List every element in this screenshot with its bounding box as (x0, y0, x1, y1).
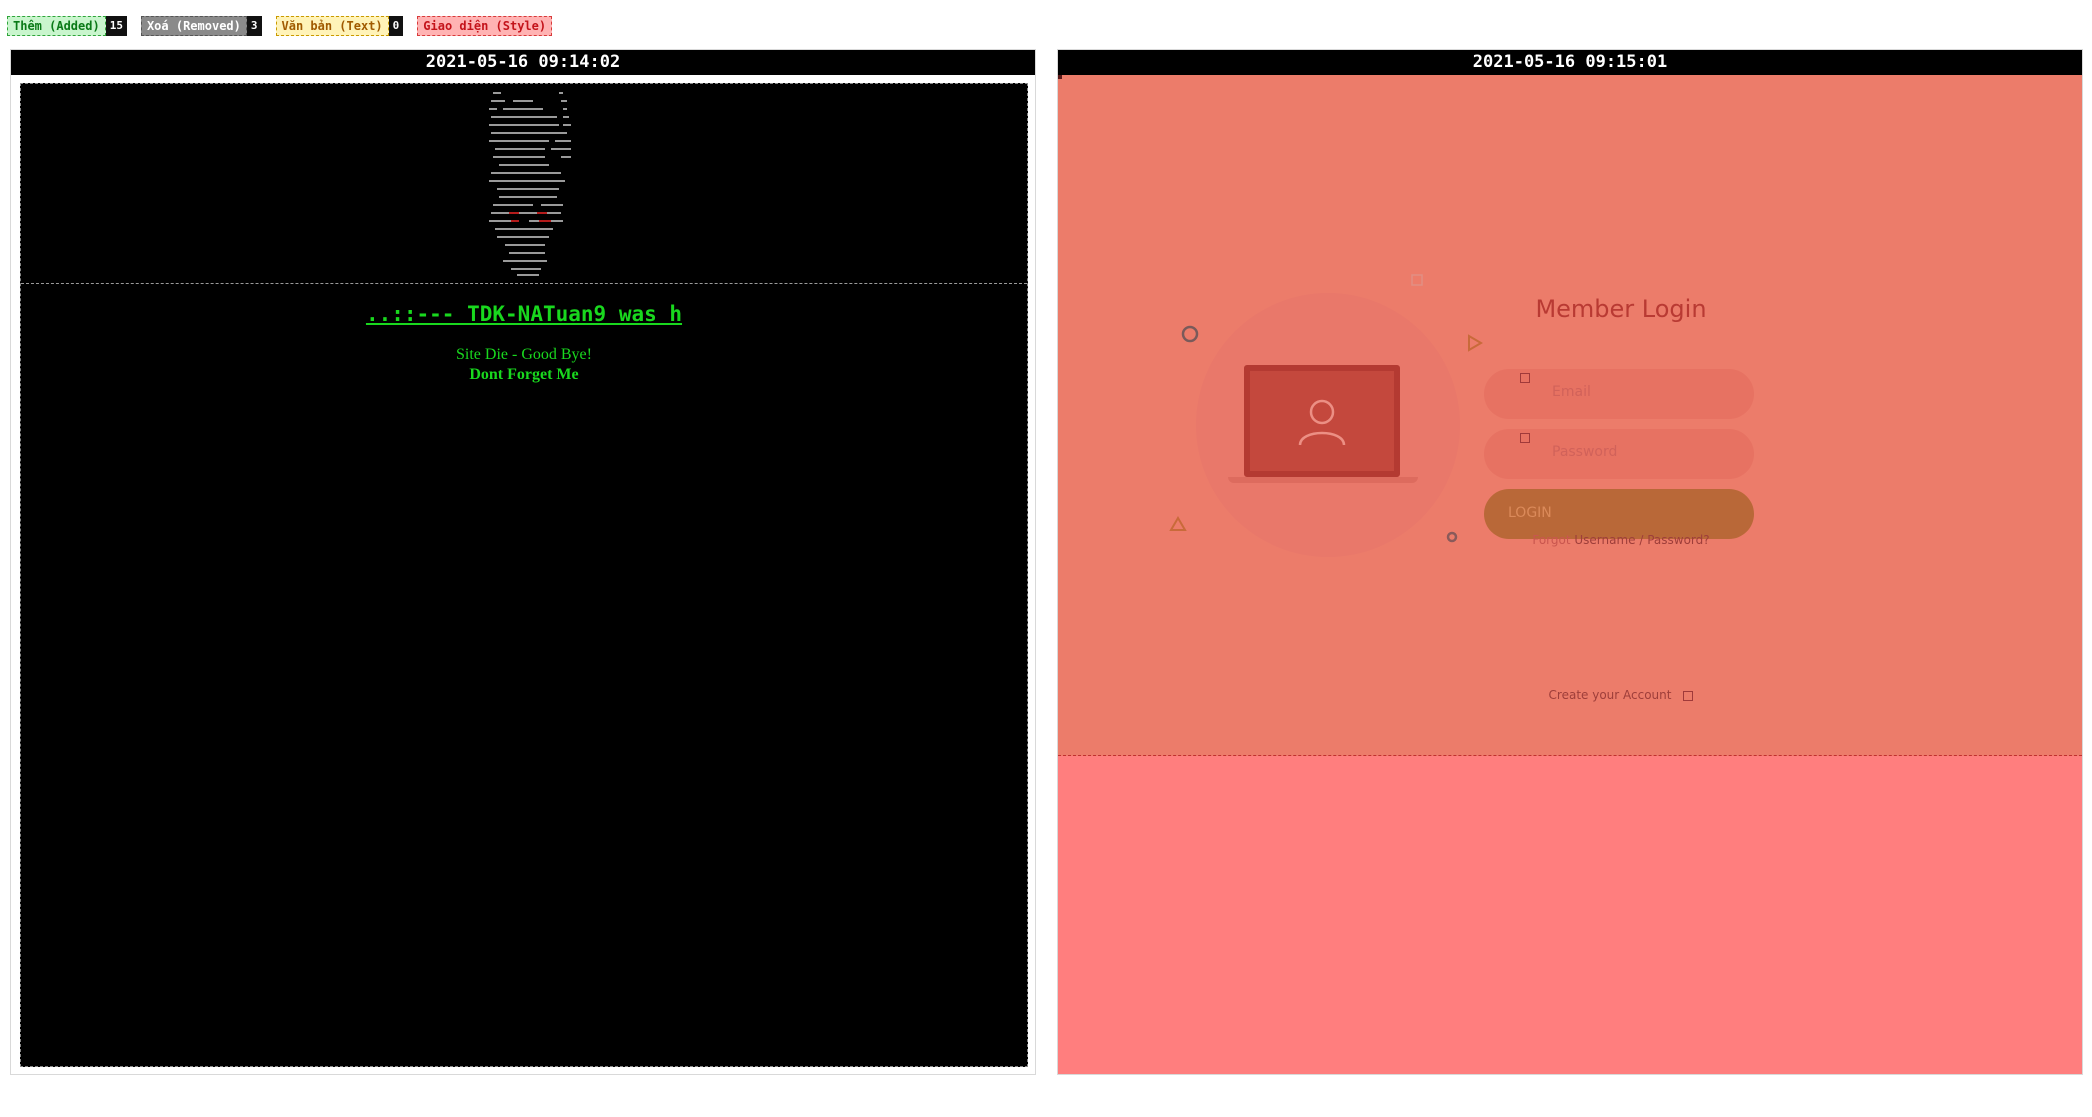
old-snapshot-panel: 2021-05-16 09:14:02 ..::--- TDK-NATuan9 … (10, 49, 1036, 1075)
old-screenshot: ..::--- TDK-NATuan9 was h Site Die - Goo… (20, 83, 1028, 1067)
ring-icon (1446, 531, 1458, 543)
ascii-skull-icon (489, 92, 571, 276)
arrow-right-icon (1683, 690, 1694, 701)
legend-added: Thêm (Added) 15 (7, 16, 127, 36)
diff-legend: Thêm (Added) 15 Xoá (Removed) 3 Văn bản … (7, 15, 553, 37)
new-screenshot-style-overlay: Member Login Email Password LOGIN Forgot… (1058, 75, 2082, 1074)
legend-text: Văn bản (Text) 0 (275, 16, 404, 36)
laptop-base (1228, 477, 1418, 483)
ascii-art-block (21, 84, 1027, 284)
login-page-region: Member Login Email Password LOGIN Forgot… (1058, 75, 2082, 756)
circle-outline-icon (1181, 325, 1199, 343)
create-account-link[interactable]: Create your Account (1549, 688, 1672, 702)
member-login-title: Member Login (1535, 295, 1707, 323)
password-placeholder: Password (1552, 444, 1618, 460)
legend-text-label: Văn bản (Text) (275, 16, 389, 36)
legend-style: Giao diện (Style) (417, 16, 553, 36)
email-field[interactable]: Email (1484, 369, 1754, 419)
forgot-username-password-link[interactable]: Username / Password? (1574, 533, 1709, 547)
email-placeholder: Email (1552, 384, 1591, 400)
legend-removed: Xoá (Removed) 3 (140, 16, 262, 36)
login-button[interactable]: LOGIN (1484, 489, 1754, 539)
square-outline-icon (1411, 274, 1423, 286)
login-button-label: LOGIN (1508, 505, 1552, 521)
email-icon (1520, 373, 1530, 383)
legend-style-label: Giao diện (Style) (417, 16, 553, 36)
style-change-marker (1058, 75, 1062, 79)
password-field[interactable]: Password (1484, 429, 1754, 479)
create-account: Create your Account (1466, 688, 1776, 702)
lock-icon (1520, 433, 1530, 443)
goodbye-message: Site Die - Good Bye! (456, 346, 592, 363)
triangle-icon (1169, 516, 1187, 531)
dont-forget-message: Dont Forget Me (469, 366, 579, 383)
legend-text-count: 0 (388, 16, 404, 36)
old-snapshot-timestamp: 2021-05-16 09:14:02 (11, 50, 1035, 75)
hacked-by-heading[interactable]: ..::--- TDK-NATuan9 was h (21, 302, 1027, 326)
triangle-right-icon (1468, 334, 1483, 352)
new-snapshot-panel: 2021-05-16 09:15:01 Member Login Email P… (1057, 49, 2083, 1075)
legend-removed-count: 3 (246, 16, 262, 36)
legend-removed-label: Xoá (Removed) (140, 16, 247, 36)
legend-added-count: 15 (105, 16, 127, 36)
forgot-credentials: Forgot Username / Password? (1466, 533, 1776, 547)
legend-added-label: Thêm (Added) (7, 16, 106, 36)
user-icon (1298, 399, 1346, 446)
forgot-prefix: Forgot (1532, 533, 1571, 547)
new-snapshot-timestamp: 2021-05-16 09:15:01 (1058, 50, 2082, 75)
